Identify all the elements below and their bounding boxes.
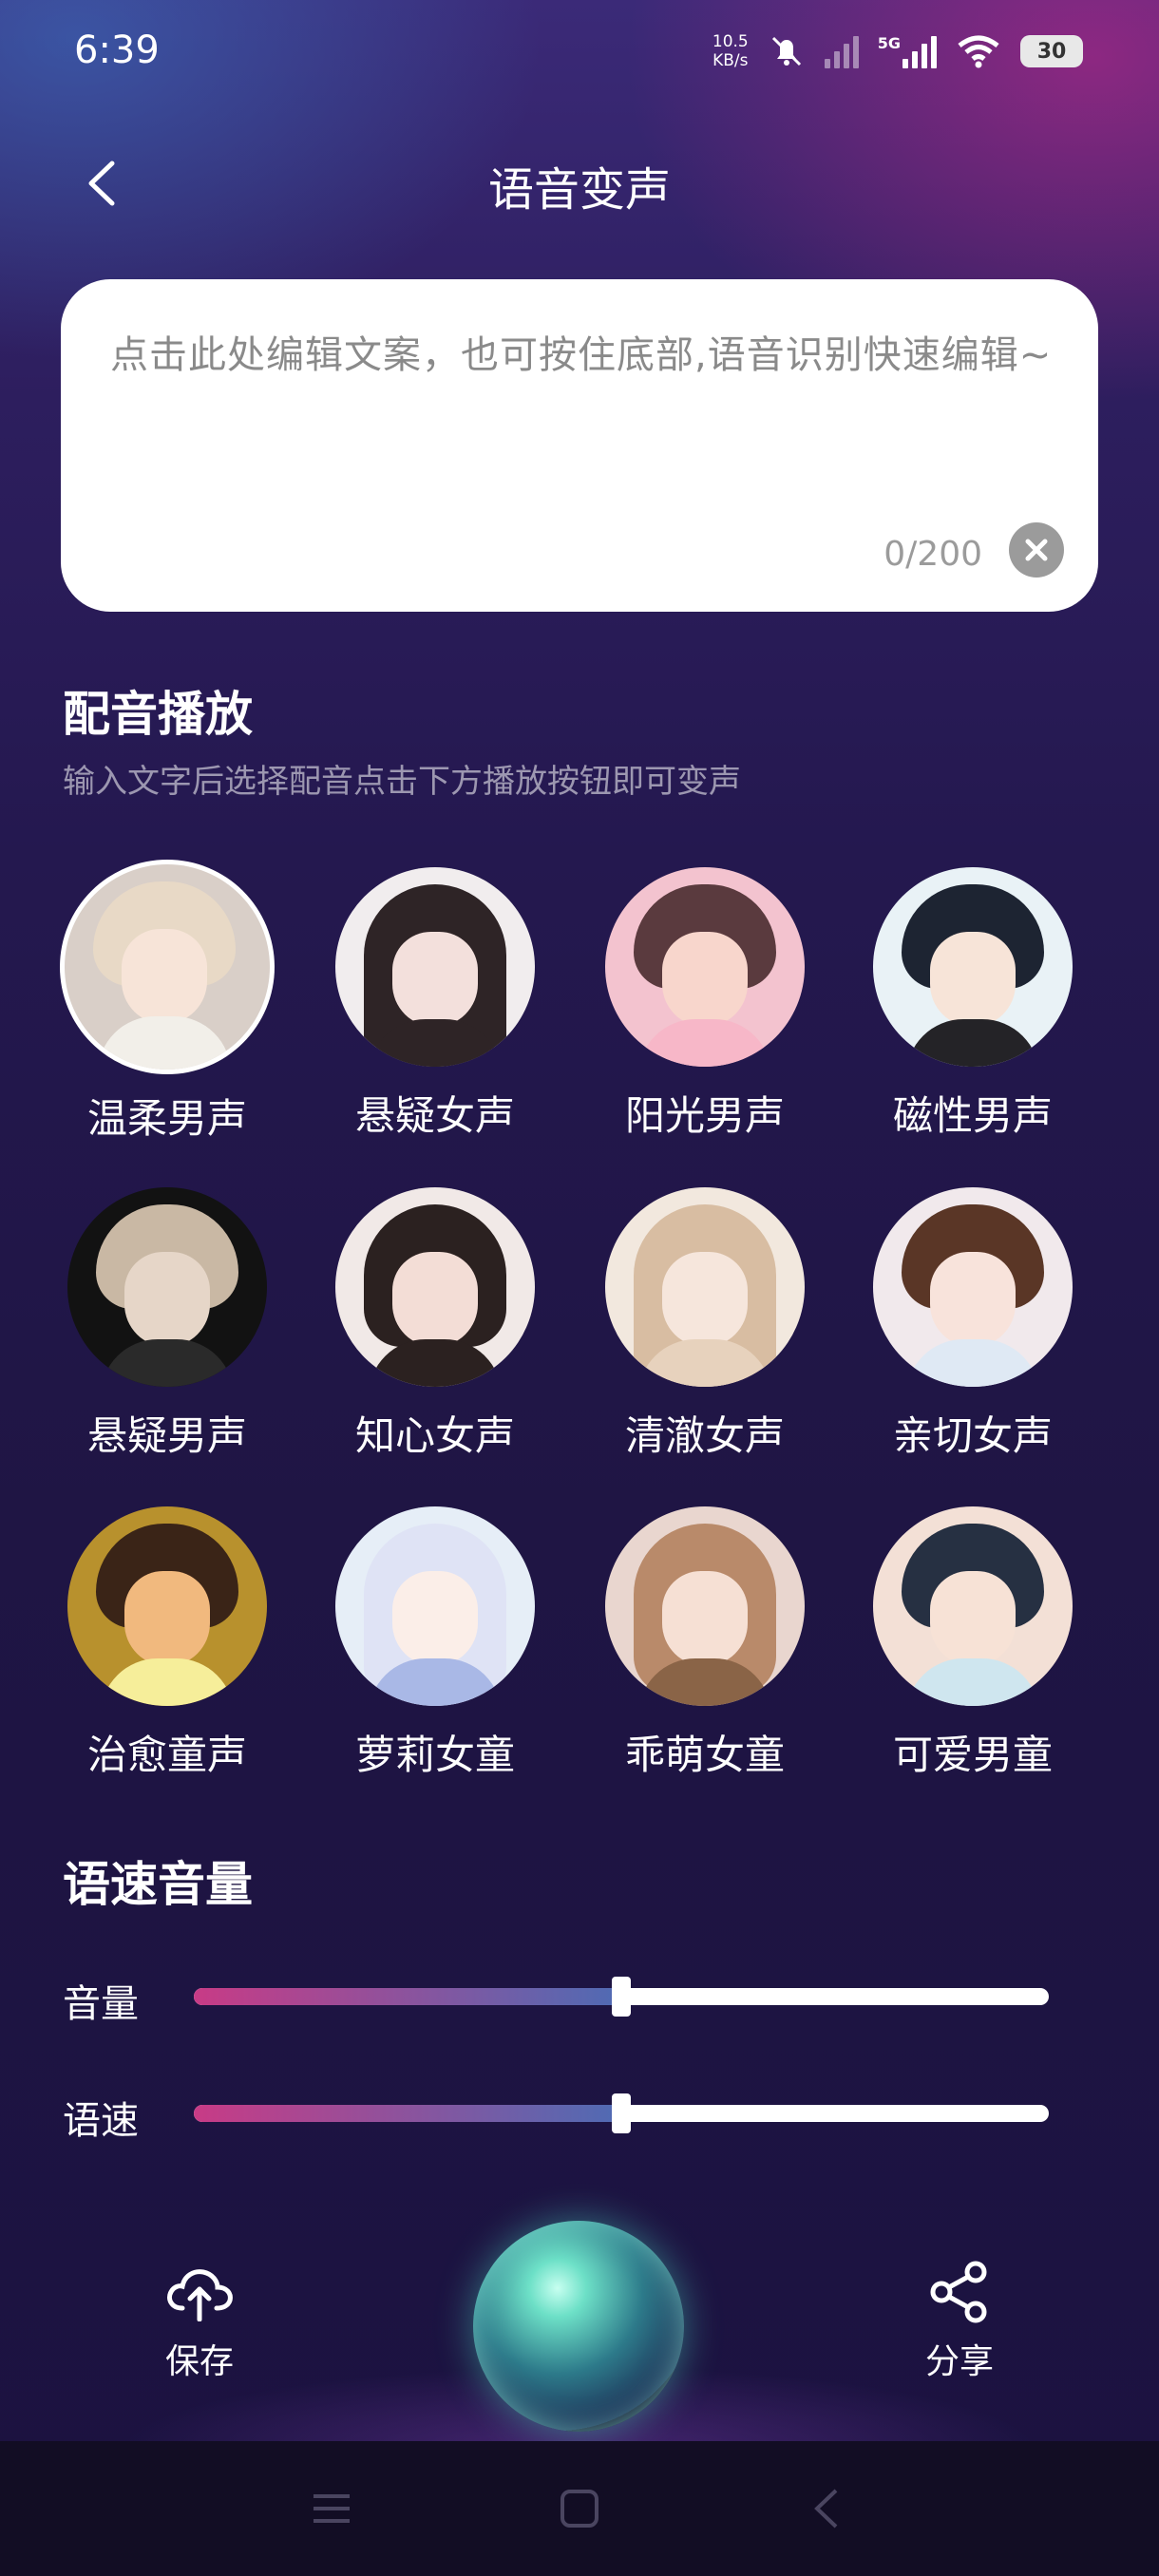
net-speed: 10.5 KB/s bbox=[712, 32, 749, 70]
avatar bbox=[873, 1187, 1073, 1387]
voice-section-subtitle: 输入文字后选择配音点击下方播放按钮即可变声 bbox=[63, 763, 741, 801]
clear-button[interactable] bbox=[1009, 522, 1064, 578]
voice-option-healing-child[interactable]: 治愈童声 bbox=[53, 1506, 281, 1781]
share-button[interactable]: 分享 bbox=[902, 2259, 1016, 2383]
voice-option-suspense-female[interactable]: 悬疑女声 bbox=[321, 867, 549, 1142]
bell-muted-icon bbox=[771, 36, 801, 66]
voice-option-caring-female[interactable]: 知心女声 bbox=[321, 1187, 549, 1462]
volume-label: 音量 bbox=[63, 1982, 139, 2026]
voice-option-cute-girl[interactable]: 乖萌女童 bbox=[591, 1506, 819, 1781]
save-button[interactable]: 保存 bbox=[142, 2261, 256, 2383]
back-nav-icon[interactable] bbox=[806, 2487, 849, 2530]
menu-icon[interactable] bbox=[310, 2487, 353, 2530]
voice-option-gentle-male[interactable]: 温柔男声 bbox=[53, 864, 281, 1145]
close-icon bbox=[1025, 539, 1048, 561]
share-icon bbox=[930, 2261, 987, 2323]
status-bar: 6:39 10.5 KB/s 5G 30 bbox=[0, 0, 1159, 104]
voice-section-title: 配音播放 bbox=[63, 687, 253, 742]
avatar bbox=[605, 867, 805, 1067]
cloud-upload-icon bbox=[167, 2269, 233, 2322]
wifi-icon bbox=[958, 35, 999, 68]
avatar bbox=[67, 1506, 267, 1706]
speed-label: 语速 bbox=[63, 2099, 139, 2143]
voice-option-magnetic-male[interactable]: 磁性男声 bbox=[859, 867, 1087, 1142]
voice-option-cute-boy[interactable]: 可爱男童 bbox=[859, 1506, 1087, 1781]
avatar bbox=[65, 864, 270, 1070]
avatar bbox=[873, 867, 1073, 1067]
speed-slider-thumb[interactable] bbox=[612, 2093, 631, 2133]
volume-slider-fill bbox=[194, 1988, 621, 2005]
signal-1-icon bbox=[824, 34, 859, 68]
char-counter: 0/200 bbox=[884, 535, 982, 574]
avatar bbox=[335, 1187, 535, 1387]
voice-option-clear-female[interactable]: 清澈女声 bbox=[591, 1187, 819, 1462]
text-editor-card[interactable]: 点击此处编辑文案，也可按住底部,语音识别快速编辑~ 0/200 bbox=[61, 279, 1098, 612]
home-icon[interactable] bbox=[558, 2487, 601, 2530]
voice-option-suspense-male[interactable]: 悬疑男声 bbox=[53, 1187, 281, 1462]
signal-2-icon: 5G bbox=[878, 34, 937, 68]
volume-slider[interactable] bbox=[194, 1977, 1049, 2017]
speed-slider-fill bbox=[194, 2105, 621, 2122]
avatar bbox=[873, 1506, 1073, 1706]
avatar bbox=[335, 1506, 535, 1706]
avatar bbox=[605, 1187, 805, 1387]
voice-option-loli-girl[interactable]: 萝莉女童 bbox=[321, 1506, 549, 1781]
battery-indicator: 30 bbox=[1020, 35, 1083, 67]
status-time: 6:39 bbox=[74, 28, 160, 72]
page-title: 语音变声 bbox=[487, 163, 671, 217]
text-input[interactable]: 点击此处编辑文案，也可按住底部,语音识别快速编辑~ bbox=[110, 327, 1060, 384]
settings-section-title: 语速音量 bbox=[63, 1857, 253, 1912]
avatar bbox=[605, 1506, 805, 1706]
avatar bbox=[67, 1187, 267, 1387]
voice-option-sunny-male[interactable]: 阳光男声 bbox=[591, 867, 819, 1142]
system-nav-bar bbox=[0, 2441, 1159, 2576]
speed-slider[interactable] bbox=[194, 2093, 1049, 2133]
play-orb-button[interactable] bbox=[473, 2221, 684, 2432]
volume-slider-thumb[interactable] bbox=[612, 1977, 631, 2017]
avatar bbox=[335, 867, 535, 1067]
status-icons: 10.5 KB/s 5G 30 bbox=[712, 27, 1083, 76]
voice-option-friendly-female[interactable]: 亲切女声 bbox=[859, 1187, 1087, 1462]
